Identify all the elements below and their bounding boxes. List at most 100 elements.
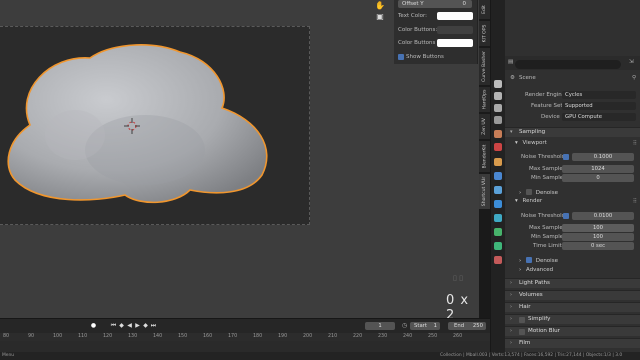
properties-search-input[interactable] [515, 60, 621, 69]
scene-icon[interactable] [494, 130, 502, 138]
ruler-tick: 110 [78, 334, 88, 339]
world-icon[interactable] [494, 143, 502, 151]
vp-min-samples-field[interactable]: 0 [562, 174, 634, 182]
modifier-icon[interactable] [494, 172, 502, 180]
view-layer-icon[interactable] [494, 116, 502, 124]
frame-ruler[interactable]: 80 90 100 110 120 130 140 150 160 170 18… [0, 333, 490, 341]
metaball-object[interactable] [0, 30, 280, 216]
advanced-label: Advanced [525, 267, 554, 273]
render-icon[interactable] [494, 92, 502, 100]
tab-label: Curve Basher [482, 51, 487, 82]
chevron-right-icon: › [510, 340, 512, 346]
motion-blur-panel-header[interactable]: › Motion Blur [505, 326, 640, 336]
tab-blenderkit[interactable]: BlenderKit [479, 141, 490, 173]
text-color-swatch[interactable] [437, 12, 473, 20]
pin-icon[interactable]: ⚲ [632, 75, 636, 81]
start-frame-field[interactable]: Start 1 [410, 322, 440, 330]
render-label: Render [522, 198, 543, 204]
tab-shortcut-vur[interactable]: Shortcut VUr [479, 174, 490, 210]
render-subpanel-header[interactable]: ▾ Render [515, 198, 542, 207]
vp-max-samples-label: Max Samples [529, 166, 566, 172]
drag-handle-icon[interactable]: ⠿ [633, 140, 638, 147]
sampling-panel-header[interactable]: ▾ Sampling [505, 127, 640, 137]
constraints-icon[interactable] [494, 214, 502, 222]
time-limit-field[interactable]: 0 sec [562, 242, 634, 250]
next-keyframe-icon[interactable]: ◆ [142, 322, 149, 329]
vp-denoise-subpanel[interactable]: › Denoise [519, 188, 558, 197]
r-noise-threshold-checkbox[interactable] [563, 213, 569, 219]
time-limit-label: Time Limit [533, 243, 562, 249]
record-icon[interactable]: ● [90, 322, 97, 329]
play-icon[interactable]: ▶ [134, 322, 141, 329]
tool-icon[interactable] [494, 80, 502, 88]
camera-view-icon[interactable]: ▣ [375, 11, 385, 22]
chevron-right-icon: › [519, 190, 522, 196]
jump-start-icon[interactable]: ⏮ [110, 322, 117, 329]
hair-panel-header[interactable]: › Hair [505, 302, 640, 312]
ruler-tick: 170 [228, 334, 238, 339]
r-max-samples-field[interactable]: 100 [562, 224, 634, 232]
chevron-right-icon: › [510, 292, 512, 298]
editor-type-icon[interactable]: ▤ [508, 59, 513, 65]
device-select[interactable]: GPU Compute [562, 113, 636, 121]
simplify-checkbox[interactable] [519, 317, 525, 323]
options-icon[interactable]: ⇲ [629, 59, 634, 65]
addon-settings-panel: Offset Y 0 Text Color: Color Buttons: Co… [394, 0, 478, 64]
film-label: Film [519, 340, 531, 346]
current-frame-field[interactable]: 1 [365, 322, 395, 330]
chevron-right-icon: › [510, 280, 512, 286]
drag-handle-icon[interactable]: ⠿ [633, 198, 638, 205]
motion-blur-checkbox[interactable] [519, 329, 525, 335]
vp-max-samples-field[interactable]: 1024 [562, 165, 634, 173]
feature-set-label: Feature Set [531, 103, 563, 109]
r-noise-threshold-field[interactable]: 0.0100 [572, 212, 634, 220]
texture-icon[interactable] [494, 256, 502, 264]
offset-y-field[interactable]: Offset Y 0 [398, 0, 472, 8]
tab-kit-ops[interactable]: KIT OPS [479, 21, 490, 47]
end-frame-field[interactable]: End 250 [448, 322, 486, 330]
tab-hardops[interactable]: HardOps [479, 87, 490, 113]
navigation-gizmo-icons[interactable]: ✋ ▣ [375, 0, 385, 22]
tab-edit[interactable]: Edit [479, 0, 490, 20]
blender-window: ✋ ▣ ▯ ▯ 0 x 2 Offset Y 0 Text Color: Col… [0, 0, 640, 360]
film-panel-header[interactable]: › Film [505, 338, 640, 348]
particles-icon[interactable] [494, 186, 502, 194]
object-icon[interactable] [494, 158, 502, 166]
show-buttons-checkbox[interactable] [398, 54, 404, 60]
color-buttons-alt-swatch[interactable] [437, 39, 473, 47]
vp-denoise-checkbox[interactable] [525, 189, 532, 195]
device-label: Device [541, 114, 560, 120]
r-min-samples-field[interactable]: 100 [562, 233, 634, 241]
context-breadcrumb: ⚙ Scene ⚲ [505, 72, 640, 84]
ruler-tick: 130 [128, 334, 138, 339]
data-icon[interactable] [494, 228, 502, 236]
hand-pan-icon[interactable]: ✋ [375, 0, 385, 11]
color-buttons-swatch[interactable] [437, 26, 473, 34]
tab-zen-uv[interactable]: Zen UV [479, 114, 490, 140]
properties-editor: ▤ ⇲ ⚙ Scene ⚲ Render Engine Cycles Featu… [490, 0, 640, 360]
output-icon[interactable] [494, 104, 502, 112]
end-value: 250 [472, 323, 483, 329]
material-icon[interactable] [494, 242, 502, 250]
r-denoise-checkbox[interactable] [525, 257, 532, 263]
vp-noise-threshold-field[interactable]: 0.1000 [572, 153, 634, 161]
feature-set-select[interactable]: Supported [562, 102, 636, 110]
prev-keyframe-icon[interactable]: ◆ [118, 322, 125, 329]
advanced-subpanel[interactable]: › Advanced [519, 267, 553, 276]
tab-curve-basher[interactable]: Curve Basher [479, 48, 490, 86]
physics-icon[interactable] [494, 200, 502, 208]
r-noise-threshold-label: Noise Threshold [521, 213, 566, 219]
ruler-tick: 150 [178, 334, 188, 339]
r-denoise-subpanel[interactable]: › Denoise [519, 256, 558, 265]
play-reverse-icon[interactable]: ◀ [126, 322, 133, 329]
simplify-panel-header[interactable]: › Simplify [505, 314, 640, 324]
volumes-panel-header[interactable]: › Volumes [505, 290, 640, 300]
ruler-tick: 220 [353, 334, 363, 339]
viewport-subpanel-header[interactable]: ▾ Viewport [515, 140, 547, 149]
vp-noise-threshold-checkbox[interactable] [563, 154, 569, 160]
light-paths-panel-header[interactable]: › Light Paths [505, 278, 640, 288]
3d-cursor-icon[interactable] [124, 118, 140, 134]
jump-end-icon[interactable]: ⏭ [150, 322, 157, 329]
render-engine-select[interactable]: Cycles [562, 91, 636, 99]
stopwatch-icon[interactable]: ◷ [401, 322, 408, 329]
